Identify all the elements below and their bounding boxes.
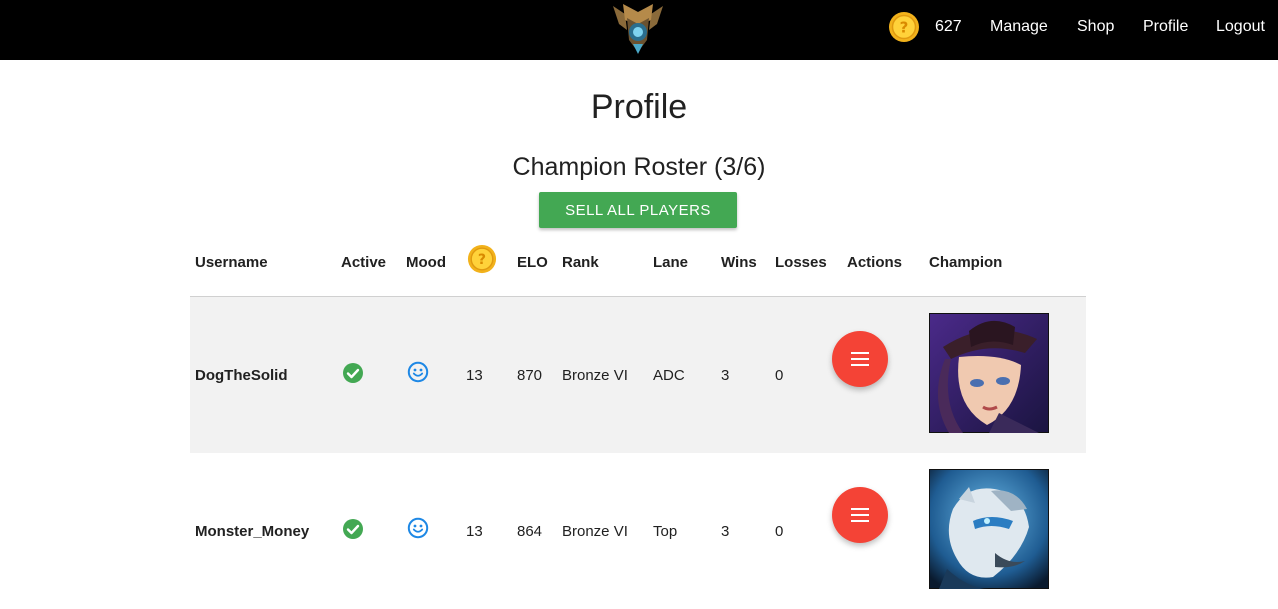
column-header-champion: Champion (929, 254, 1003, 271)
nav-link-manage[interactable]: Manage (990, 18, 1048, 36)
player-losses: 0 (775, 523, 784, 540)
nav-link-logout[interactable]: Logout (1216, 18, 1265, 36)
player-wins: 3 (721, 367, 730, 384)
player-rank: Bronze VI (562, 523, 628, 540)
nav-link-profile[interactable]: Profile (1143, 18, 1188, 36)
player-losses: 0 (775, 367, 784, 384)
column-header-elo: ELO (517, 254, 548, 271)
column-header-lane: Lane (653, 254, 689, 271)
column-header-losses: Losses (775, 254, 827, 271)
table-row: Monster_Money 13 864 Bronze VI Top 3 0 (190, 453, 1086, 609)
top-navbar: ? 627 Manage Shop Profile Logout (0, 0, 1278, 60)
menu-icon (851, 508, 869, 522)
player-actions-button[interactable] (832, 487, 888, 543)
check-circle-icon (343, 519, 363, 539)
player-coins: 13 (466, 523, 483, 540)
smiley-face-icon (407, 517, 429, 539)
nav-link-shop[interactable]: Shop (1077, 18, 1114, 36)
player-elo: 870 (517, 367, 543, 384)
column-header-wins: Wins (721, 254, 757, 271)
table-header: Username Active Mood ? ELO Rank Lane Win… (190, 240, 1086, 297)
player-lane: ADC (653, 367, 685, 384)
roster-table: Username Active Mood ? ELO Rank Lane Win… (190, 240, 1086, 609)
svg-text:?: ? (900, 19, 909, 37)
champion-portrait-caitlyn[interactable] (929, 313, 1049, 433)
column-header-username: Username (195, 254, 268, 271)
player-actions-button[interactable] (832, 331, 888, 387)
player-username: DogTheSolid (195, 367, 288, 384)
coin-balance: 627 (935, 18, 962, 35)
player-elo: 864 (517, 523, 543, 540)
column-header-active: Active (341, 254, 387, 271)
column-header-actions: Actions (847, 254, 903, 271)
player-coins: 13 (466, 367, 483, 384)
gold-coin-icon: ? (889, 12, 919, 42)
smiley-face-icon (407, 361, 429, 383)
svg-text:?: ? (478, 252, 486, 268)
player-wins: 3 (721, 523, 730, 540)
gold-coin-icon: ? (467, 244, 497, 274)
rank-crest-icon[interactable] (605, 0, 671, 56)
column-header-rank: Rank (562, 254, 599, 271)
champion-portrait-volibear[interactable] (929, 469, 1049, 589)
sell-all-players-button[interactable]: SELL ALL PLAYERS (539, 192, 737, 228)
menu-icon (851, 352, 869, 366)
column-header-mood: Mood (406, 254, 446, 271)
player-rank: Bronze VI (562, 367, 628, 384)
check-circle-icon (343, 363, 363, 383)
player-username: Monster_Money (195, 523, 310, 540)
table-row: DogTheSolid 13 870 Bronze VI ADC 3 0 (190, 297, 1086, 453)
page-title: Profile (590, 88, 688, 126)
player-lane: Top (653, 523, 678, 540)
roster-title: Champion Roster (3/6) (512, 153, 766, 181)
